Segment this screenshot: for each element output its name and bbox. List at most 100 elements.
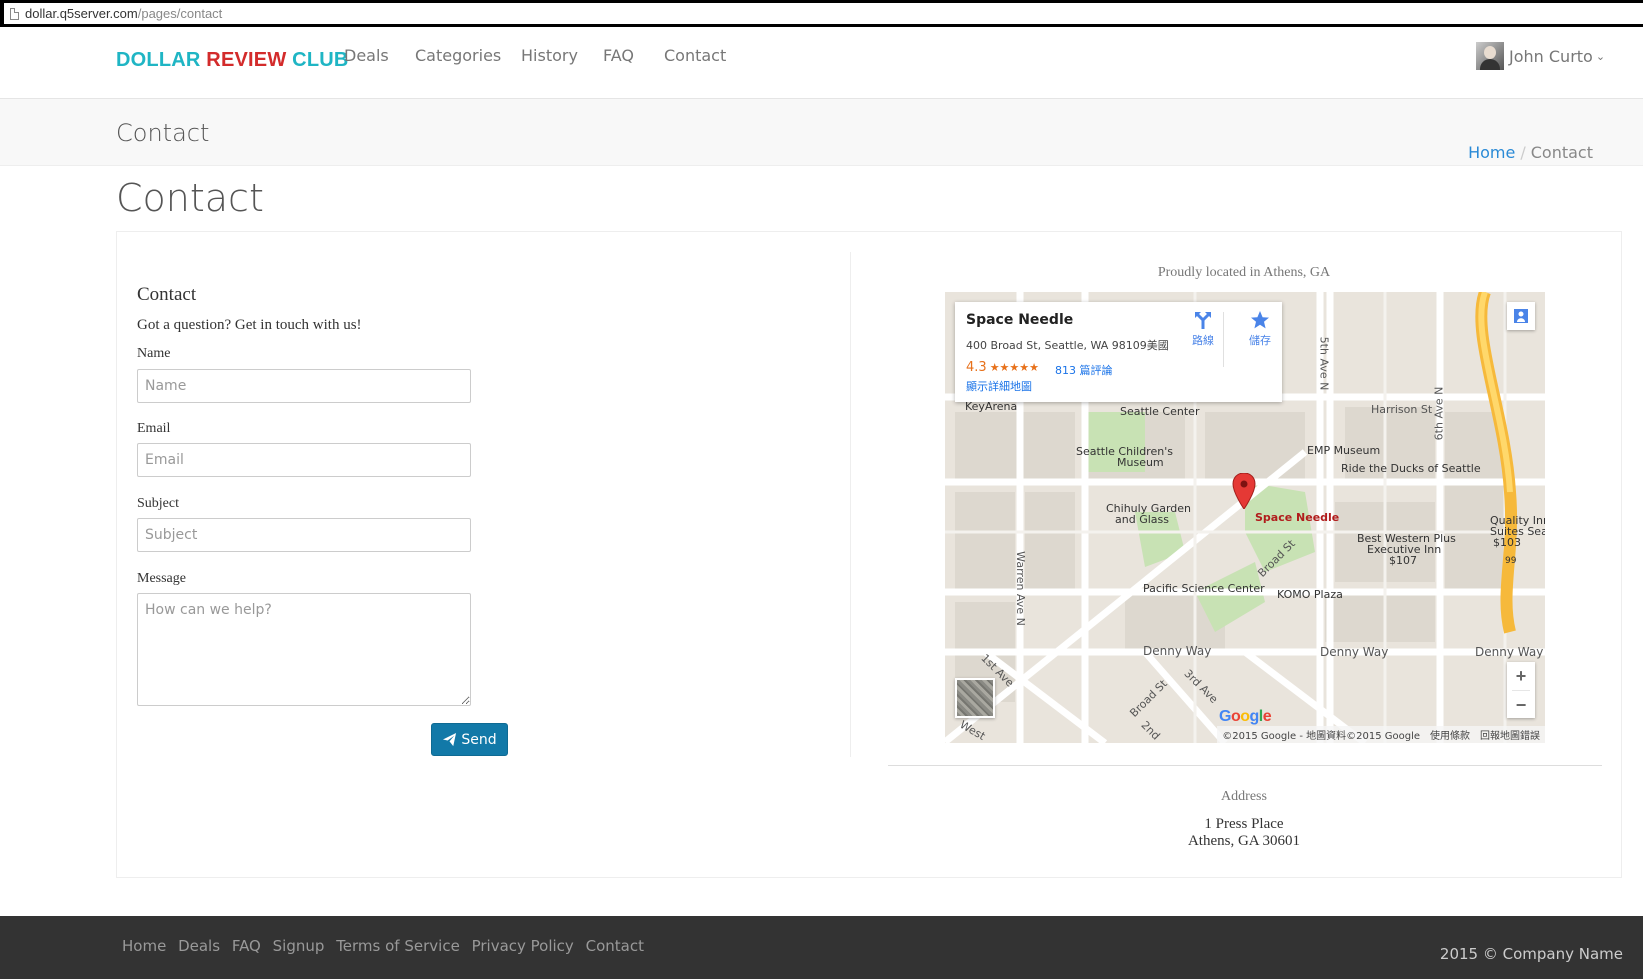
brand-word-2: REVIEW bbox=[206, 49, 287, 71]
map-label-best-western-3: $107 bbox=[1389, 554, 1417, 567]
map-label-pacific-science: Pacific Science Center bbox=[1143, 582, 1265, 595]
directions-icon bbox=[1195, 312, 1211, 329]
browser-url-bar: dollar.q5server.com/pages/contact bbox=[0, 0, 1643, 27]
star-icon bbox=[1251, 311, 1269, 329]
map-attribution: ©2015 Google - 地圖資料©2015 Google 使用條款 回報地圖錯… bbox=[1217, 726, 1545, 743]
map-label-6th-ave: 6th Ave N bbox=[1432, 386, 1446, 441]
footer-link-contact[interactable]: Contact bbox=[586, 937, 644, 955]
brand-word-1: DOLLAR bbox=[116, 49, 201, 71]
name-field[interactable] bbox=[137, 369, 471, 403]
place-info-card: Space Needle 400 Broad St, Seattle, WA 9… bbox=[955, 302, 1282, 402]
address-line-1: 1 Press Place bbox=[1204, 816, 1284, 832]
map-terms-link[interactable]: 使用條款 bbox=[1430, 731, 1470, 742]
footer-link-faq[interactable]: FAQ bbox=[232, 937, 261, 955]
larger-map-link[interactable]: 顯示詳細地圖 bbox=[966, 378, 1032, 394]
map-label-quality-3: $103 bbox=[1493, 536, 1521, 549]
email-label: Email bbox=[137, 421, 171, 436]
column-divider bbox=[850, 252, 851, 757]
address-heading: Address bbox=[1221, 789, 1267, 804]
zoom-out-button[interactable]: − bbox=[1507, 691, 1535, 719]
map-label-5th-ave: 5th Ave N bbox=[1317, 336, 1331, 391]
save-place-button[interactable]: 儲存 bbox=[1240, 310, 1280, 348]
footer: Home Deals FAQ Signup Terms of Service P… bbox=[0, 916, 1643, 979]
chevron-down-icon: ⌄ bbox=[1595, 49, 1606, 63]
street-view-pegman-icon[interactable] bbox=[1507, 302, 1535, 330]
page-title: Contact bbox=[116, 176, 264, 220]
brand-word-3: CLUB bbox=[292, 49, 349, 71]
breadcrumb-home[interactable]: Home bbox=[1468, 143, 1515, 162]
send-label: Send bbox=[461, 731, 497, 748]
paper-plane-icon bbox=[443, 732, 457, 747]
nav-deals[interactable]: Deals bbox=[344, 46, 389, 65]
footer-link-privacy[interactable]: Privacy Policy bbox=[472, 937, 574, 955]
send-button[interactable]: Send bbox=[431, 723, 508, 756]
form-subtitle: Got a question? Get in touch with us! bbox=[137, 317, 362, 333]
satellite-toggle[interactable] bbox=[955, 678, 995, 718]
zoom-in-button[interactable]: + bbox=[1507, 662, 1535, 690]
map-label-harrison: Harrison St bbox=[1371, 403, 1433, 416]
name-label: Name bbox=[137, 346, 171, 361]
google-map[interactable]: KeyArena Seattle Center Seattle Children… bbox=[945, 292, 1545, 743]
band-title: Contact bbox=[116, 119, 210, 147]
address-line-2: Athens, GA 30601 bbox=[1187, 833, 1301, 849]
google-logo: Google bbox=[1219, 708, 1272, 725]
footer-link-signup[interactable]: Signup bbox=[273, 937, 325, 955]
map-label-childrens-museum-2: Museum bbox=[1117, 456, 1164, 469]
map-label-space-needle: Space Needle bbox=[1255, 511, 1340, 524]
page-title-band: Contact Home / Contact bbox=[0, 99, 1643, 166]
map-label-seattle-center: Seattle Center bbox=[1120, 405, 1200, 418]
nav-history[interactable]: History bbox=[521, 46, 578, 65]
place-rating: 4.3 ★★★★★ bbox=[966, 360, 1039, 375]
location-caption: Proudly located in Athens, GA bbox=[1157, 265, 1331, 280]
card-divider bbox=[1223, 312, 1224, 367]
map-label-emp: EMP Museum bbox=[1307, 444, 1381, 457]
map-data-credit: ©2015 Google - 地圖資料©2015 Google bbox=[1222, 731, 1420, 742]
address-field[interactable]: dollar.q5server.com/pages/contact bbox=[4, 3, 1643, 24]
save-label: 儲存 bbox=[1249, 334, 1271, 347]
page-icon bbox=[10, 7, 19, 20]
form-title: Contact bbox=[137, 284, 197, 305]
report-error-link[interactable]: 回報地圖錯誤 bbox=[1480, 731, 1540, 742]
reviews-link[interactable]: 813 篇評論 bbox=[1055, 362, 1113, 378]
map-label-denny-1: Denny Way bbox=[1143, 644, 1212, 658]
avatar bbox=[1476, 42, 1504, 70]
url-path: /pages/contact bbox=[137, 6, 223, 21]
map-label-komo: KOMO Plaza bbox=[1277, 588, 1343, 601]
map-label-warren: Warren Ave N bbox=[1013, 551, 1027, 626]
breadcrumb-current: Contact bbox=[1530, 143, 1593, 162]
map-marker-icon[interactable] bbox=[1232, 473, 1256, 509]
copyright: 2015 © Company Name bbox=[1439, 945, 1623, 963]
subject-label: Subject bbox=[137, 496, 179, 511]
top-navbar: DOLLAR REVIEW CLUB Deals Categories Hist… bbox=[0, 27, 1643, 99]
map-label-ducks: Ride the Ducks of Seattle bbox=[1341, 462, 1481, 475]
footer-link-home[interactable]: Home bbox=[122, 937, 166, 955]
url-host: dollar.q5server.com bbox=[25, 6, 138, 21]
footer-links: Home Deals FAQ Signup Terms of Service P… bbox=[122, 937, 651, 955]
subject-field[interactable] bbox=[137, 518, 471, 552]
directions-label: 路線 bbox=[1192, 334, 1214, 347]
message-label: Message bbox=[137, 571, 186, 586]
user-menu[interactable]: John Curto ⌄ bbox=[1476, 42, 1605, 70]
footer-link-deals[interactable]: Deals bbox=[178, 937, 220, 955]
nav-categories[interactable]: Categories bbox=[415, 46, 501, 65]
nav-contact[interactable]: Contact bbox=[664, 46, 726, 65]
address-divider bbox=[888, 765, 1602, 766]
map-label-denny-3: Denny Way bbox=[1475, 645, 1544, 659]
directions-button[interactable]: 路線 bbox=[1183, 310, 1223, 348]
footer-link-terms[interactable]: Terms of Service bbox=[336, 937, 460, 955]
breadcrumb: Home / Contact bbox=[1468, 143, 1593, 162]
star-icons: ★★★★★ bbox=[989, 361, 1039, 374]
email-field[interactable] bbox=[137, 443, 471, 477]
user-name: John Curto bbox=[1509, 46, 1593, 66]
map-label-route-99: 99 bbox=[1505, 556, 1517, 566]
zoom-controls: + − bbox=[1507, 662, 1535, 718]
place-name: Space Needle bbox=[966, 312, 1074, 328]
message-field[interactable] bbox=[137, 593, 471, 706]
rating-value: 4.3 bbox=[966, 360, 987, 375]
nav-faq[interactable]: FAQ bbox=[603, 46, 634, 65]
place-address: 400 Broad St, Seattle, WA 98109美國 bbox=[966, 339, 1169, 352]
breadcrumb-separator: / bbox=[1520, 143, 1526, 162]
brand-logo[interactable]: DOLLAR REVIEW CLUB bbox=[116, 49, 349, 72]
map-label-chihuly-2: and Glass bbox=[1115, 513, 1169, 526]
map-label-denny-2: Denny Way bbox=[1320, 645, 1389, 659]
